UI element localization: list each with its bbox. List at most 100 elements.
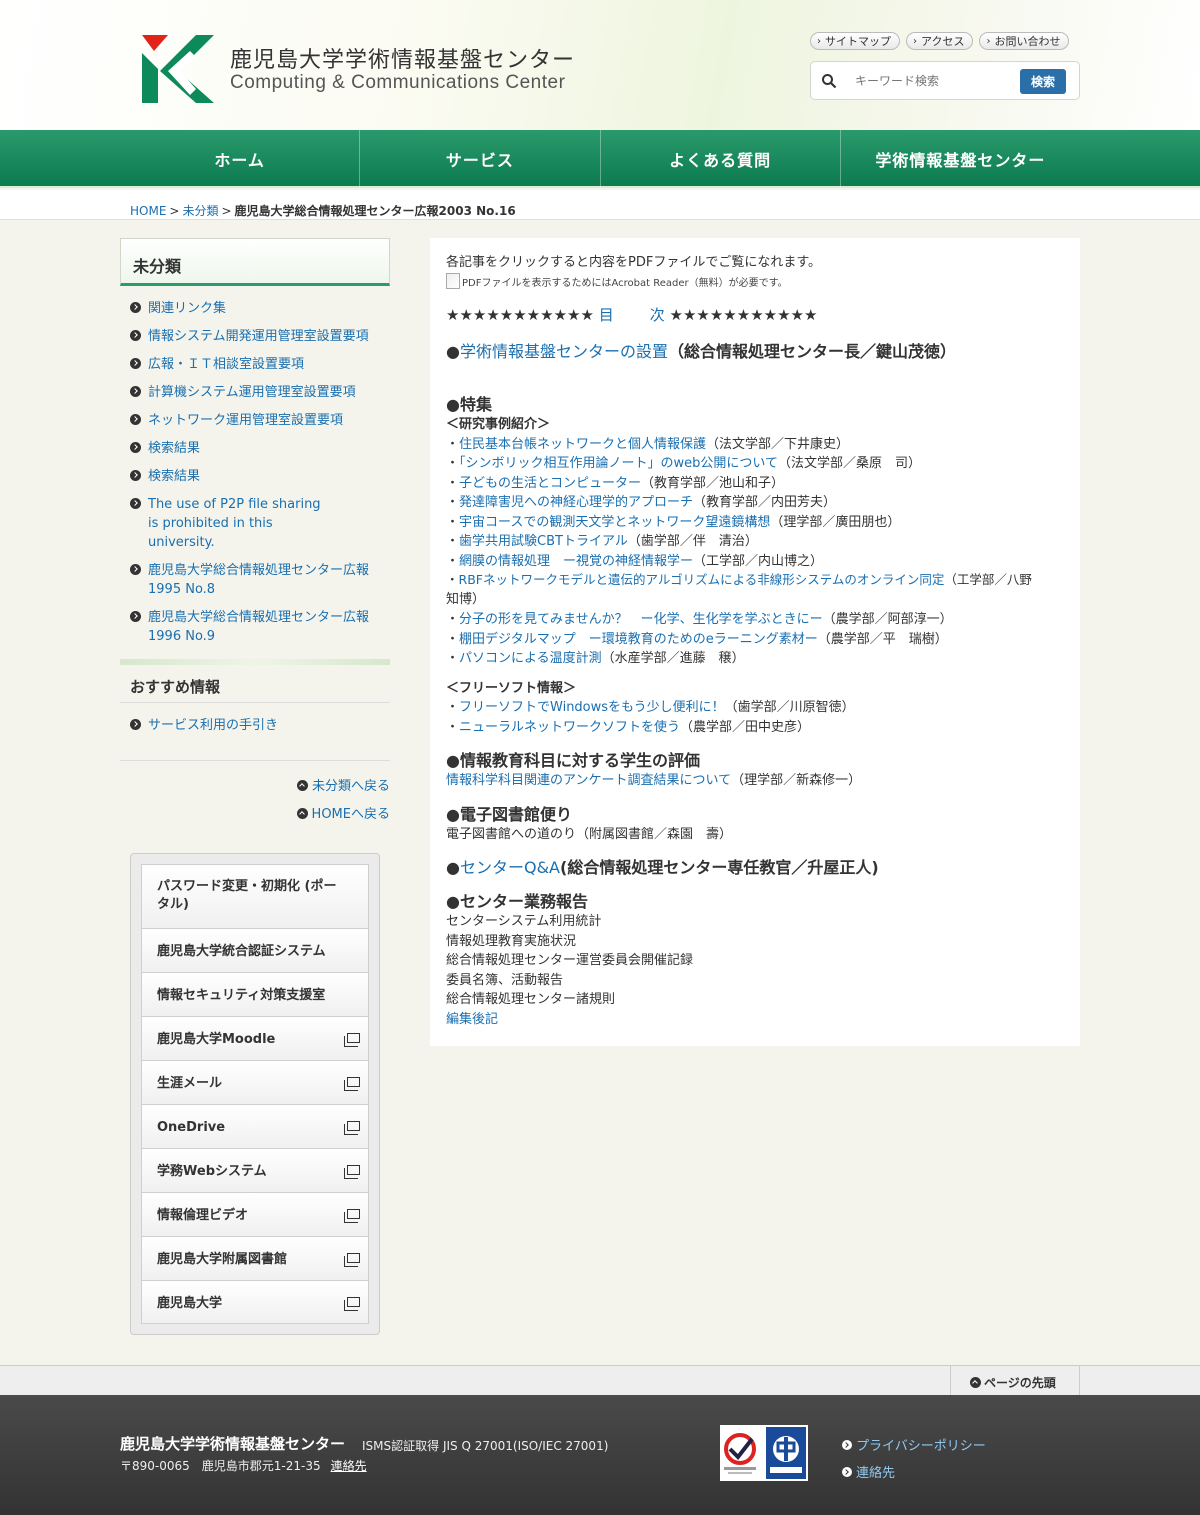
recommend-item[interactable]: サービス利用の手引き xyxy=(130,716,380,735)
nav-faq[interactable]: よくある質問 xyxy=(601,130,841,188)
banner-security-support[interactable]: 情報セキュリティ対策支援室 xyxy=(141,972,369,1016)
external-window-icon xyxy=(344,1253,360,1267)
recommend-heading: おすすめ情報 xyxy=(120,665,390,703)
utility-links: › サイトマップ › アクセス › お問い合わせ xyxy=(810,32,1070,50)
toc-link-right[interactable]: 次 xyxy=(650,306,665,324)
article-item: ・パソコンによる温度計測（水産学部／進藤 穣） xyxy=(446,651,745,666)
circle-chevron-icon xyxy=(130,470,141,481)
footer-contact-link[interactable]: 連絡先 xyxy=(331,1459,367,1473)
report-item: 総合情報処理センター運営委員会開催記録 xyxy=(446,953,694,968)
acrobat-reader-icon[interactable] xyxy=(446,273,460,289)
sitemap-link[interactable]: › サイトマップ xyxy=(810,32,900,50)
category-item[interactable]: 鹿児島大学総合情報処理センター広報1996 No.9 xyxy=(130,608,380,646)
external-window-icon xyxy=(344,1165,360,1179)
breadcrumb-category[interactable]: 未分類 xyxy=(182,204,218,218)
breadcrumb-bar: HOME > 未分類 > 鹿児島大学総合情報処理センター広報2003 No.16 xyxy=(0,190,1200,220)
circle-chevron-icon xyxy=(130,302,141,313)
circle-chevron-icon xyxy=(130,386,141,397)
nav-home[interactable]: ホーム xyxy=(120,130,361,188)
banner-lifetime-mail[interactable]: 生涯メール xyxy=(141,1060,369,1104)
article-link[interactable]: 子どもの生活とコンピューター xyxy=(459,476,641,491)
article-link[interactable]: パソコンによる温度計測 xyxy=(459,651,602,666)
chevron-right-icon: › xyxy=(817,35,821,47)
breadcrumb-home[interactable]: HOME xyxy=(130,204,166,218)
category-item[interactable]: ネットワーク運用管理室設置要項 xyxy=(130,411,380,430)
circle-up-icon xyxy=(296,780,308,791)
article-item: 電子図書館への道のり（附属図書館／森園 壽） xyxy=(446,827,733,842)
article-item: ・RBFネットワークモデルと遺伝的アルゴリズムによる非線形システムのオンライン同… xyxy=(446,572,1032,587)
section-e-library: ●電子図書館便り xyxy=(446,805,572,824)
circle-chevron-icon xyxy=(842,1440,852,1450)
banner-library[interactable]: 鹿児島大学附属図書館 xyxy=(141,1236,369,1280)
section-center-qa: ●センターQ&A(総合情報処理センター専任教官／升屋正人) xyxy=(446,858,879,877)
article-link[interactable]: 住民基本台帳ネットワークと個人情報保護 xyxy=(459,437,706,452)
nav-services[interactable]: サービス xyxy=(360,130,601,188)
article-link[interactable]: 編集後記 xyxy=(446,1012,498,1027)
nav-about-center[interactable]: 学術情報基盤センター xyxy=(841,130,1080,188)
circle-chevron-icon xyxy=(130,330,141,341)
article-link[interactable]: 歯学共用試験CBTトライアル xyxy=(459,534,628,549)
article-item: ・住民基本台帳ネットワークと個人情報保護（法文学部／下井康史） xyxy=(446,437,850,452)
article-link[interactable]: 分子の形を見てみませんか？ ー化学、生化学を学ぶときにー xyxy=(459,612,823,627)
banner-moodle[interactable]: 鹿児島大学Moodle xyxy=(141,1016,369,1060)
category-item[interactable]: 関連リンク集 xyxy=(130,299,380,318)
toc-line: ★★★★★★★★★★★ 目次 ★★★★★★★★★★★ xyxy=(446,306,818,324)
article-link[interactable]: フリーソフトでWindowsをもう少し便利に！ xyxy=(459,700,725,715)
banner-onedrive[interactable]: OneDrive xyxy=(141,1104,369,1148)
article-link[interactable]: 網膜の情報処理 ー視覚の神経情報学ー xyxy=(459,554,693,569)
circle-chevron-icon xyxy=(130,442,141,453)
site-subtitle: Computing & Communications Center xyxy=(230,72,566,93)
article-item: ・分子の形を見てみませんか？ ー化学、生化学を学ぶときにー（農学部／阿部淳一） xyxy=(446,612,953,627)
site-title[interactable]: 鹿児島大学学術情報基盤センター xyxy=(230,42,575,74)
access-link[interactable]: › アクセス xyxy=(906,32,974,50)
circle-chevron-icon xyxy=(130,564,141,575)
circle-up-icon xyxy=(296,808,308,819)
chevron-right-icon: › xyxy=(913,35,917,47)
search-button[interactable]: 検索 xyxy=(1020,69,1066,94)
article-link[interactable]: 棚田デジタルマップ ー環境教育のためのeラーニング素材ー xyxy=(459,632,818,647)
banner-password-portal[interactable]: パスワード変更・初期化 (ポータル) xyxy=(141,864,369,928)
footer-contact-nav-link[interactable]: 連絡先 xyxy=(842,1462,895,1481)
page-top-button[interactable]: ページの先頭 xyxy=(950,1366,1080,1396)
article-link[interactable]: ニューラルネットワークソフトを使う xyxy=(459,720,680,735)
contact-link[interactable]: › お問い合わせ xyxy=(979,32,1070,50)
article-item: ・ニューラルネットワークソフトを使う（農学部／田中史彦） xyxy=(446,720,811,735)
article-link[interactable]: 宇宙コースでの観測天文学とネットワーク望遠鏡構想 xyxy=(459,515,770,530)
category-item[interactable]: 広報・ＩＴ相談室設置要項 xyxy=(130,355,380,374)
category-item[interactable]: 検索結果 xyxy=(130,439,380,458)
back-to-category-link[interactable]: 未分類へ戻る xyxy=(296,775,390,794)
page-top-bar: ページの先頭 xyxy=(0,1365,1200,1396)
toc-link-left[interactable]: 目 xyxy=(599,306,614,324)
search-form: 検索 xyxy=(810,61,1080,100)
footer-privacy-link[interactable]: プライバシーポリシー xyxy=(842,1435,986,1454)
article-link[interactable]: 「シンボリック相互作用論ノート」のweb公開について xyxy=(459,456,778,471)
banner-auth-system[interactable]: 鹿児島大学統合認証システム xyxy=(141,928,369,972)
article-link[interactable]: 発達障害児への神経心理学的アプローチ xyxy=(459,495,693,510)
banner-academic-web[interactable]: 学務Webシステム xyxy=(141,1148,369,1192)
banner-university[interactable]: 鹿児島大学 xyxy=(141,1280,369,1324)
report-item: 総合情報処理センター諸規則 xyxy=(446,992,616,1007)
category-item[interactable]: 鹿児島大学総合情報処理センター広報1995 No.8 xyxy=(130,561,380,599)
circle-chevron-icon xyxy=(130,611,141,622)
section-education-eval: ●情報教育科目に対する学生の評価 xyxy=(446,751,700,770)
recommend-list: サービス利用の手引き xyxy=(130,716,380,735)
section-work-report: ●センター業務報告 xyxy=(446,892,588,911)
article-link[interactable]: 学術情報基盤センターの設置 xyxy=(460,342,668,361)
category-item[interactable]: The use of P2P file sharing is prohibite… xyxy=(130,495,330,552)
banner-ethics-video[interactable]: 情報倫理ビデオ xyxy=(141,1192,369,1236)
category-item[interactable]: 計算機システム運用管理室設置要項 xyxy=(130,383,380,402)
back-to-home-link[interactable]: HOMEへ戻る xyxy=(296,803,390,822)
article-item: ・「シンボリック相互作用論ノート」のweb公開について（法文学部／桑原 司） xyxy=(446,456,922,471)
article-link[interactable]: RBFネットワークモデルと遺伝的アルゴリズムによる非線形システムのオンライン同定 xyxy=(459,572,945,587)
search-input[interactable] xyxy=(847,69,1019,93)
section-feature-title: ●特集 xyxy=(446,395,492,414)
jusa-mark-icon xyxy=(720,1425,764,1481)
report-item: 委員名簿、活動報告 xyxy=(446,973,564,988)
center-logo-icon[interactable] xyxy=(140,33,214,105)
category-item[interactable]: 情報システム開発運用管理室設置要項 xyxy=(130,327,380,346)
article-link[interactable]: センターQ&A xyxy=(460,858,560,877)
category-item[interactable]: 検索結果 xyxy=(130,467,380,486)
article-item-continued: 知博） xyxy=(446,592,486,607)
breadcrumb-current: 鹿児島大学総合情報処理センター広報2003 No.16 xyxy=(234,204,516,218)
article-link[interactable]: 情報科学科目関連のアンケート調査結果について xyxy=(446,773,731,788)
